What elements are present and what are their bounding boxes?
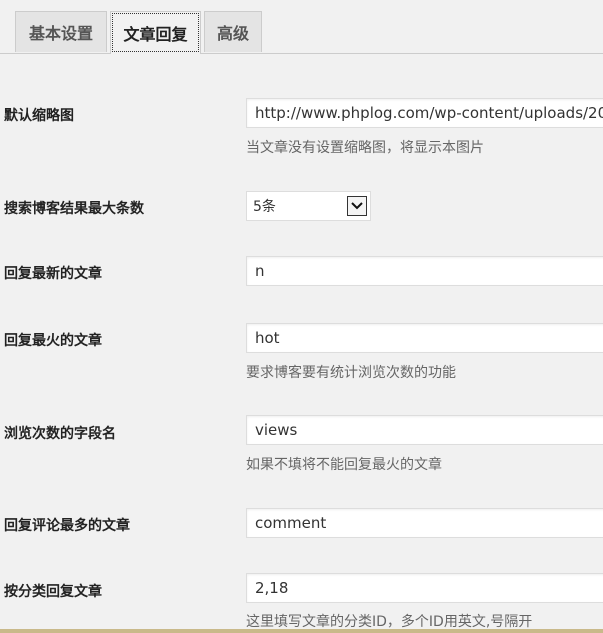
reply-most-commented-input[interactable] (246, 508, 603, 538)
default-thumbnail-input[interactable] (246, 98, 603, 128)
default-thumbnail-label: 默认缩略图 (4, 108, 74, 124)
tab-advanced[interactable]: 高级 (204, 11, 262, 52)
reply-latest-input[interactable] (246, 256, 603, 286)
views-field-label: 浏览次数的字段名 (4, 426, 116, 442)
tab-article-reply[interactable]: 文章回复 (110, 11, 201, 54)
views-field-help: 如果不填将不能回复最火的文章 (246, 457, 442, 473)
reply-latest-label: 回复最新的文章 (4, 266, 102, 282)
reply-hottest-input[interactable] (246, 323, 603, 353)
settings-tabs: 基本设置 文章回复 高级 (0, 0, 603, 54)
tab-label: 基本设置 (28, 24, 93, 43)
tab-label: 文章回复 (123, 25, 188, 44)
views-field-input[interactable] (246, 415, 603, 445)
bottom-divider (0, 629, 603, 633)
reply-by-category-help: 这里填写文章的分类ID，多个ID用英文,号隔开 (246, 614, 533, 630)
chevron-down-icon[interactable] (347, 196, 367, 216)
tab-label: 高级 (216, 24, 249, 43)
reply-by-category-input[interactable] (246, 573, 603, 603)
max-results-label: 搜索博客结果最大条数 (4, 201, 144, 217)
max-results-select[interactable]: 5条 (246, 191, 371, 221)
reply-most-commented-label: 回复评论最多的文章 (4, 518, 130, 534)
tab-basic-settings[interactable]: 基本设置 (15, 11, 107, 52)
reply-hottest-help: 要求博客要有统计浏览次数的功能 (246, 365, 456, 381)
reply-by-category-label: 按分类回复文章 (4, 584, 102, 600)
default-thumbnail-help: 当文章没有设置缩略图，将显示本图片 (246, 140, 484, 156)
max-results-selected-value: 5条 (253, 199, 276, 215)
reply-hottest-label: 回复最火的文章 (4, 333, 102, 349)
